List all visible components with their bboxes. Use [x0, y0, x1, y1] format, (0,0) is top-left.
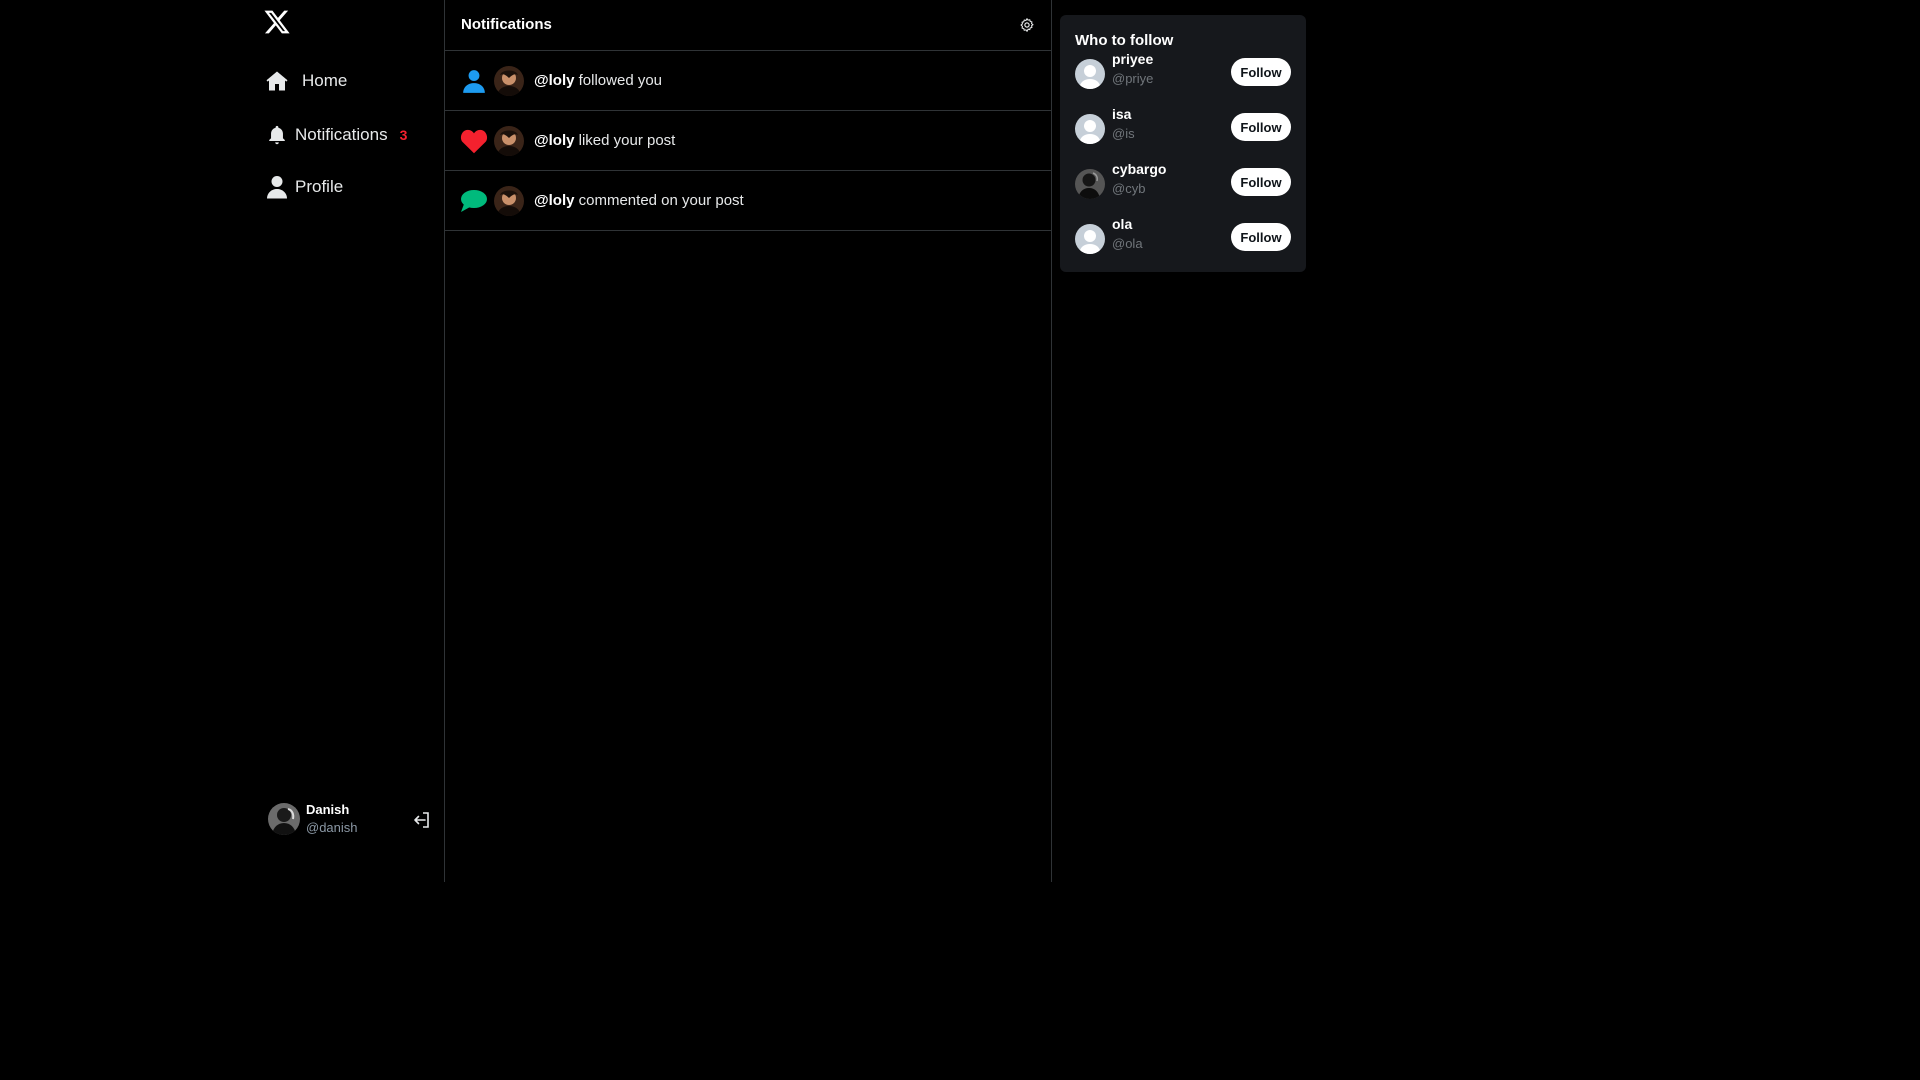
notification-message: followed you [574, 72, 663, 89]
suggested-user-name: isa [1112, 106, 1132, 122]
nav-label-home: Home [302, 71, 348, 90]
default-avatar-icon [1075, 59, 1105, 89]
suggested-user-name: cybargo [1112, 161, 1167, 177]
avatar [268, 803, 300, 835]
suggested-user-item[interactable]: isa @is Follow [1075, 106, 1291, 148]
sidebar: Home Notifications 3 Profile Danish @dan… [0, 0, 445, 882]
avatar[interactable] [494, 125, 524, 156]
user-name: Danish [306, 802, 350, 817]
notification-count-badge: 3 [399, 127, 408, 143]
avatar[interactable] [494, 65, 524, 96]
suggested-user-item[interactable]: priyee @priye Follow [1075, 51, 1291, 93]
nav-label-notifications: Notifications [295, 125, 388, 144]
follow-button[interactable]: Follow [1231, 58, 1291, 86]
page-header: Notifications [445, 0, 1051, 51]
suggested-user-handle: @priye [1112, 71, 1154, 86]
home-icon [262, 66, 292, 96]
nav-item-notifications[interactable]: Notifications 3 [262, 120, 407, 150]
notification-item[interactable]: @loly commented on your post [445, 171, 1051, 231]
notification-message: commented on your post [574, 192, 744, 209]
avatar [1075, 169, 1105, 199]
page-title: Notifications [461, 16, 552, 33]
suggested-user-name: priyee [1112, 51, 1154, 67]
user-handle: @danish [306, 820, 358, 835]
x-logo-icon[interactable] [263, 8, 291, 36]
follow-button[interactable]: Follow [1231, 113, 1291, 141]
nav-item-home[interactable]: Home [262, 66, 347, 96]
suggested-user-item[interactable]: ola @ola Follow [1075, 216, 1291, 258]
suggested-user-handle: @cyb [1112, 181, 1146, 196]
notification-item[interactable]: @loly followed you [445, 51, 1051, 111]
suggested-user-handle: @is [1112, 126, 1135, 141]
speech-bubble-icon [460, 187, 488, 215]
person-icon [460, 67, 488, 95]
notification-handle[interactable]: @loly [534, 132, 574, 149]
user-icon [262, 172, 292, 202]
logout-icon[interactable] [412, 810, 432, 830]
suggested-user-item[interactable]: cybargo @cyb Follow [1075, 161, 1291, 203]
notification-handle[interactable]: @loly [534, 72, 574, 89]
who-to-follow-title: Who to follow [1075, 32, 1174, 49]
suggested-user-handle: @ola [1112, 236, 1143, 251]
main-column: Notifications @loly followed you @loly l… [445, 0, 1052, 882]
gear-icon[interactable] [1019, 17, 1035, 33]
notification-text: @loly followed you [534, 72, 662, 89]
heart-icon [460, 127, 488, 155]
follow-button[interactable]: Follow [1231, 168, 1291, 196]
suggested-user-name: ola [1112, 216, 1133, 232]
notification-text: @loly commented on your post [534, 192, 744, 209]
default-avatar-icon [1075, 114, 1105, 144]
default-avatar-icon [1075, 224, 1105, 254]
who-to-follow-card: Who to follow priyee @priye Follow isa @… [1060, 15, 1306, 272]
notification-handle[interactable]: @loly [534, 192, 574, 209]
notification-message: liked your post [574, 132, 676, 149]
bell-icon [262, 120, 292, 150]
nav-item-profile[interactable]: Profile [262, 172, 343, 202]
follow-button[interactable]: Follow [1231, 223, 1291, 251]
notification-text: @loly liked your post [534, 132, 675, 149]
avatar[interactable] [494, 185, 524, 216]
nav-label-profile: Profile [295, 177, 344, 196]
current-user-card[interactable]: Danish @danish [268, 801, 358, 837]
notification-item[interactable]: @loly liked your post [445, 111, 1051, 171]
